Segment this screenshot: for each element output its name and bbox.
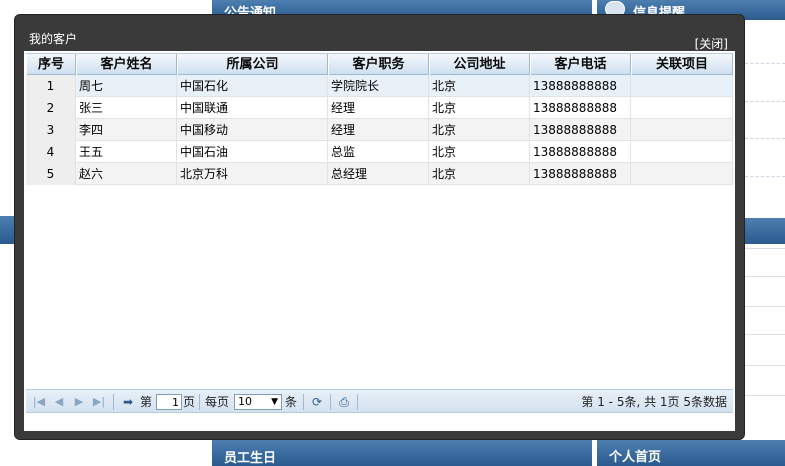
cell-position: 经理 [328, 97, 429, 119]
customer-dialog: 我的客户 [关闭] 序号 客户姓名 所属公司 客户职务 公司地址 客户电话 关联… [14, 14, 745, 440]
chevron-down-icon: ▼ [271, 397, 278, 407]
page-size-value: 10 [238, 395, 252, 408]
divider [745, 276, 785, 277]
divider [745, 365, 785, 366]
cell-name: 赵六 [76, 163, 177, 185]
column-header-position[interactable]: 客户职务 [328, 54, 429, 75]
divider [745, 138, 785, 139]
dialog-title: 我的客户 [29, 32, 78, 46]
table-row[interactable]: 5 赵六 北京万科 总经理 北京 13888888888 [26, 163, 733, 185]
birthday-panel-header: 员工生日 [212, 440, 592, 466]
row-index: 4 [26, 141, 76, 163]
divider [745, 248, 785, 249]
cell-phone: 13888888888 [530, 97, 631, 119]
column-header-project[interactable]: 关联项目 [631, 54, 733, 75]
next-page-icon[interactable]: ▶ [72, 395, 86, 409]
divider [745, 306, 785, 307]
cell-name: 周七 [76, 75, 177, 97]
separator [113, 394, 114, 410]
cell-phone: 13888888888 [530, 141, 631, 163]
pagination-info: 第 1 - 5条, 共 1页 5条数据 [581, 395, 727, 409]
birthday-panel-title: 员工生日 [224, 451, 277, 466]
separator [357, 394, 358, 410]
last-page-icon[interactable]: ▶| [92, 395, 106, 409]
row-index: 3 [26, 119, 76, 141]
cell-project [631, 163, 733, 185]
cell-address: 北京 [429, 141, 530, 163]
cell-position: 经理 [328, 119, 429, 141]
page-prefix: 第 [140, 395, 153, 409]
pagination-bar: |◀ ◀ ▶ ▶| ➡ 第 页 每页 10 ▼ 条 ⟳ ⎙ 第 1 - 5条, 共… [26, 389, 733, 413]
table-row[interactable]: 2 张三 中国联通 经理 北京 13888888888 [26, 97, 733, 119]
cell-company: 中国石油 [177, 141, 328, 163]
cell-phone: 13888888888 [530, 119, 631, 141]
table-row[interactable]: 3 李四 中国移动 经理 北京 13888888888 [26, 119, 733, 141]
column-header-phone[interactable]: 客户电话 [530, 54, 631, 75]
cell-position: 总监 [328, 141, 429, 163]
table-row[interactable]: 1 周七 中国石化 学院院长 北京 13888888888 [26, 75, 733, 97]
cell-phone: 13888888888 [530, 75, 631, 97]
divider [745, 63, 785, 64]
cell-project [631, 75, 733, 97]
separator [303, 394, 304, 410]
cell-project [631, 141, 733, 163]
first-page-icon[interactable]: |◀ [32, 395, 46, 409]
page-number-input[interactable] [156, 394, 182, 410]
go-arrow-icon[interactable]: ➡ [120, 394, 136, 410]
column-header-index[interactable]: 序号 [26, 54, 76, 75]
row-index: 5 [26, 163, 76, 185]
per-page-prefix: 每页 [205, 395, 230, 409]
cell-company: 中国石化 [177, 75, 328, 97]
divider [745, 395, 785, 396]
grid-header: 序号 客户姓名 所属公司 客户职务 公司地址 客户电话 关联项目 [26, 53, 733, 75]
cell-name: 张三 [76, 97, 177, 119]
divider [745, 176, 785, 177]
customer-grid: 序号 客户姓名 所属公司 客户职务 公司地址 客户电话 关联项目 1 周七 中国… [26, 53, 733, 413]
column-header-company[interactable]: 所属公司 [177, 54, 328, 75]
cell-address: 北京 [429, 163, 530, 185]
cell-position: 总经理 [328, 163, 429, 185]
print-icon[interactable]: ⎙ [336, 394, 352, 410]
home-panel-title: 个人首页 [609, 450, 662, 465]
divider [745, 101, 785, 102]
cell-project [631, 119, 733, 141]
column-header-name[interactable]: 客户姓名 [76, 54, 177, 75]
column-header-address[interactable]: 公司地址 [429, 54, 530, 75]
cell-phone: 13888888888 [530, 163, 631, 185]
cell-name: 李四 [76, 119, 177, 141]
page-size-select[interactable]: 10 ▼ [234, 394, 282, 410]
cell-name: 王五 [76, 141, 177, 163]
cell-company: 中国联通 [177, 97, 328, 119]
row-index: 1 [26, 75, 76, 97]
refresh-icon[interactable]: ⟳ [309, 394, 325, 410]
prev-page-icon[interactable]: ◀ [52, 395, 66, 409]
cell-company: 中国移动 [177, 119, 328, 141]
cell-address: 北京 [429, 119, 530, 141]
home-panel-header: 个人首页 [597, 440, 785, 466]
panel-header-right [740, 218, 785, 244]
page-suffix: 页 [183, 395, 196, 409]
cell-company: 北京万科 [177, 163, 328, 185]
per-page-suffix: 条 [285, 395, 298, 409]
separator [330, 394, 331, 410]
divider [745, 334, 785, 335]
dialog-body: 序号 客户姓名 所属公司 客户职务 公司地址 客户电话 关联项目 1 周七 中国… [24, 51, 735, 431]
cell-position: 学院院长 [328, 75, 429, 97]
separator [199, 394, 200, 410]
table-row[interactable]: 4 王五 中国石油 总监 北京 13888888888 [26, 141, 733, 163]
cell-address: 北京 [429, 75, 530, 97]
row-index: 2 [26, 97, 76, 119]
cell-address: 北京 [429, 97, 530, 119]
cell-project [631, 97, 733, 119]
close-button[interactable]: [关闭] [695, 35, 728, 52]
